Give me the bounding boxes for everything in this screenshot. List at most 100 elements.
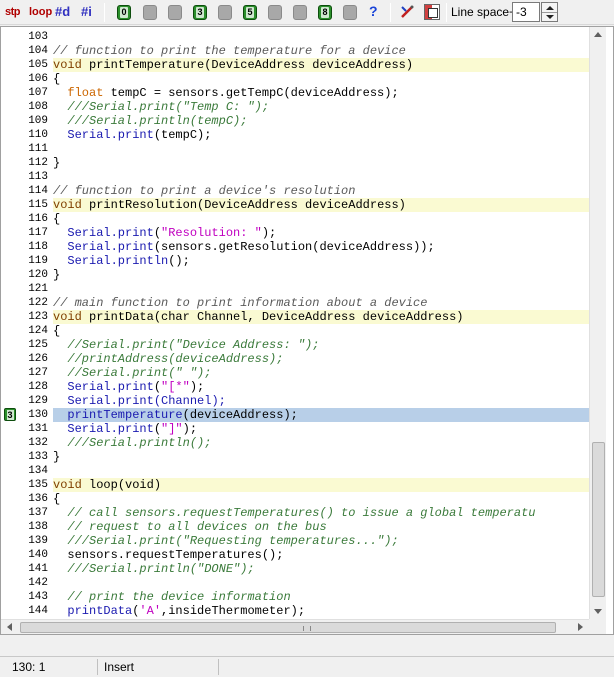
line-space-spinner[interactable] (541, 2, 558, 22)
code-line[interactable]: 112} (1, 156, 589, 170)
code-line[interactable]: 108 ///Serial.print("Temp C: "); (1, 100, 589, 114)
code-line[interactable]: 107 float tempC = sensors.getTempC(devic… (1, 86, 589, 100)
line-gutter[interactable]: 112 (1, 156, 53, 170)
line-code[interactable]: float tempC = sensors.getTempC(deviceAdd… (53, 86, 589, 100)
line-code[interactable]: // request to all devices on the bus (53, 520, 589, 534)
line-gutter[interactable]: 123 (1, 310, 53, 324)
line-gutter[interactable]: 138 (1, 520, 53, 534)
code-line[interactable]: 114 // function to print a device's resol… (1, 184, 589, 198)
color-grid-icon[interactable] (424, 4, 440, 20)
code-line[interactable]: 131 Serial.print("]"); (1, 422, 589, 436)
code-line[interactable]: 121 (1, 282, 589, 296)
line-code[interactable]: //Serial.print("Device Address: "); (53, 338, 589, 352)
code-line[interactable]: 105 void printTemperature(DeviceAddress d… (1, 58, 589, 72)
spin-up-icon[interactable] (546, 6, 554, 10)
line-code[interactable]: sensors.requestTemperatures(); (53, 548, 589, 562)
line-gutter[interactable]: 108 (1, 100, 53, 114)
pen-tool-icon[interactable] (399, 4, 415, 20)
code-editor[interactable]: 103 104 // function to print the temperatu… (0, 26, 614, 635)
code-line[interactable]: 140 sensors.requestTemperatures(); (1, 548, 589, 562)
code-line[interactable]: 141 ///Serial.println("DONE"); (1, 562, 589, 576)
line-code[interactable]: Serial.print("Resolution: "); (53, 226, 589, 240)
line-code[interactable]: { (53, 324, 589, 338)
code-line[interactable]: 137 // call sensors.requestTemperatures(… (1, 506, 589, 520)
bookmark-marker-icon[interactable]: 3 (4, 408, 16, 421)
line-code[interactable]: { (53, 212, 589, 226)
line-gutter[interactable]: 116 (1, 212, 53, 226)
line-gutter[interactable]: 129 (1, 394, 53, 408)
code-line[interactable]: 122 // main function to print information… (1, 296, 589, 310)
line-code[interactable]: Serial.println(); (53, 254, 589, 268)
line-code[interactable]: Serial.print(Channel); (53, 394, 589, 408)
code-line[interactable]: 111 (1, 142, 589, 156)
code-line[interactable]: 138 // request to all devices on the bus (1, 520, 589, 534)
include-button[interactable]: #i (81, 3, 92, 21)
line-gutter[interactable]: 109 (1, 114, 53, 128)
line-gutter[interactable]: 111 (1, 142, 53, 156)
line-code[interactable]: } (53, 268, 589, 282)
code-line[interactable]: 143 // print the device information (1, 590, 589, 604)
bookmark-7-button[interactable] (293, 5, 307, 20)
line-code[interactable]: void printResolution(DeviceAddress devic… (53, 198, 589, 212)
line-gutter[interactable]: 131 (1, 422, 53, 436)
line-code[interactable]: // function to print a device's resoluti… (53, 184, 589, 198)
code-line[interactable]: 103 (1, 30, 589, 44)
code-line[interactable]: 106 { (1, 72, 589, 86)
line-code[interactable] (53, 142, 589, 156)
line-code[interactable]: void printTemperature(DeviceAddress devi… (53, 58, 589, 72)
code-line[interactable]: 132 ///Serial.println(); (1, 436, 589, 450)
code-line[interactable]: 104 // function to print the temperature … (1, 44, 589, 58)
line-gutter[interactable]: 114 (1, 184, 53, 198)
line-gutter[interactable]: 118 (1, 240, 53, 254)
code-line[interactable]: 110 Serial.print(tempC); (1, 128, 589, 142)
line-gutter[interactable]: 122 (1, 296, 53, 310)
code-line[interactable]: 128 Serial.print("[*"); (1, 380, 589, 394)
line-code[interactable] (53, 576, 589, 590)
code-line[interactable]: 144 printData('A',insideThermometer); (1, 604, 589, 618)
line-code[interactable]: printData('A',insideThermometer); (53, 604, 589, 618)
line-code[interactable]: void loop(void) (53, 478, 589, 492)
code-line[interactable]: 125 //Serial.print("Device Address: "); (1, 338, 589, 352)
line-code[interactable]: Serial.print("[*"); (53, 380, 589, 394)
scroll-down-icon[interactable] (594, 609, 602, 614)
code-line[interactable]: 135 void loop(void) (1, 478, 589, 492)
horizontal-scrollbar[interactable] (1, 619, 589, 634)
code-line[interactable]: 3 130 printTemperature(deviceAddress); (1, 408, 589, 422)
code-line[interactable]: 119 Serial.println(); (1, 254, 589, 268)
line-code[interactable]: } (53, 156, 589, 170)
code-line[interactable]: 142 (1, 576, 589, 590)
line-code[interactable]: // function to print the temperature for… (53, 44, 589, 58)
line-gutter[interactable]: 113 (1, 170, 53, 184)
bookmark-1-button[interactable] (143, 5, 157, 20)
line-gutter[interactable]: 104 (1, 44, 53, 58)
line-code[interactable]: //printAddress(deviceAddress); (53, 352, 589, 366)
line-code[interactable]: Serial.print(sensors.getResolution(devic… (53, 240, 589, 254)
line-gutter[interactable]: 121 (1, 282, 53, 296)
line-code[interactable] (53, 282, 589, 296)
bookmark-0-button[interactable]: 0 (117, 5, 131, 20)
line-gutter[interactable]: 137 (1, 506, 53, 520)
line-gutter[interactable]: 124 (1, 324, 53, 338)
line-code[interactable]: ///Serial.println(tempC); (53, 114, 589, 128)
line-code[interactable] (53, 170, 589, 184)
line-gutter[interactable]: 133 (1, 450, 53, 464)
line-gutter[interactable]: 125 (1, 338, 53, 352)
bookmark-5-button[interactable]: 5 (243, 5, 257, 20)
bookmark-2-button[interactable] (168, 5, 182, 20)
line-gutter[interactable]: 140 (1, 548, 53, 562)
vertical-scroll-thumb[interactable] (592, 442, 605, 597)
horizontal-scroll-thumb[interactable] (20, 622, 556, 633)
line-code[interactable]: Serial.print("]"); (53, 422, 589, 436)
line-gutter[interactable]: 105 (1, 58, 53, 72)
line-gutter[interactable]: 110 (1, 128, 53, 142)
code-line[interactable]: 116 { (1, 212, 589, 226)
loop-button[interactable]: loop (29, 3, 52, 21)
line-gutter[interactable]: 139 (1, 534, 53, 548)
help-button[interactable]: ? (369, 3, 378, 19)
line-gutter[interactable]: 126 (1, 352, 53, 366)
code-line[interactable]: 133} (1, 450, 589, 464)
code-line[interactable]: 117 Serial.print("Resolution: "); (1, 226, 589, 240)
bookmark-8-button[interactable]: 8 (318, 5, 332, 20)
line-gutter[interactable]: 119 (1, 254, 53, 268)
line-code[interactable]: // print the device information (53, 590, 589, 604)
